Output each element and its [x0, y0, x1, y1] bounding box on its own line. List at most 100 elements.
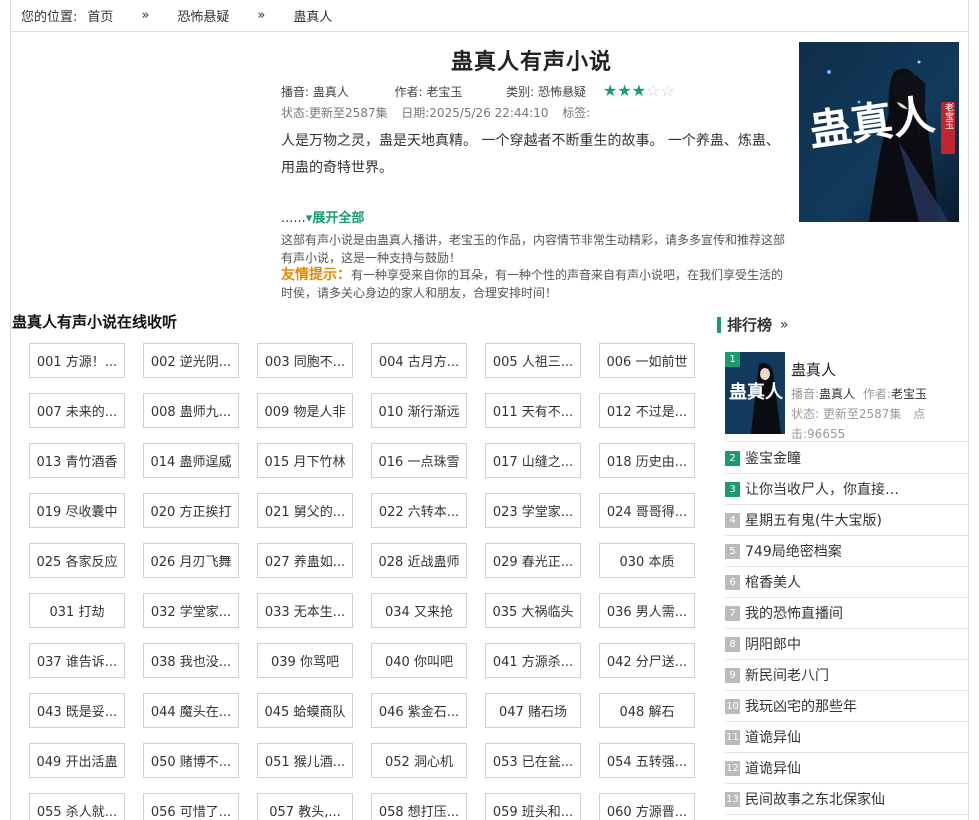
episode-link[interactable]: 026 月刃飞舞	[143, 543, 239, 578]
episode-link[interactable]: 029 春光正...	[485, 543, 581, 578]
episode-link[interactable]: 057 教头,...	[257, 793, 353, 820]
ranking-item-name[interactable]: 星期五有鬼(牛大宝版)	[745, 510, 882, 530]
episode-link[interactable]: 040 你叫吧	[371, 643, 467, 678]
episode-link[interactable]: 020 方正挨打	[143, 493, 239, 528]
episode-link[interactable]: 013 青竹酒香	[29, 443, 125, 478]
breadcrumb-separator: »	[257, 8, 266, 23]
episode-link[interactable]: 004 古月方...	[371, 343, 467, 378]
ranking-item[interactable]: 4 星期五有鬼(牛大宝版)	[725, 505, 969, 536]
episode-link[interactable]: 012 不过是...	[599, 393, 695, 428]
ranking-item-name[interactable]: 道诡异仙	[745, 758, 801, 778]
ranking-item-name[interactable]: 我玩凶宅的那些年	[745, 696, 857, 716]
episode-link[interactable]: 053 已在瓮...	[485, 743, 581, 778]
episode-link[interactable]: 023 学堂家...	[485, 493, 581, 528]
episode-link[interactable]: 018 历史由...	[599, 443, 695, 478]
narrator-link[interactable]: 蛊真人	[313, 85, 349, 99]
ranking-item[interactable]: 6 棺香美人	[725, 567, 969, 598]
ranking-item[interactable]: 9 新民间老八门	[725, 660, 969, 691]
episode-link[interactable]: 028 近战蛊师	[371, 543, 467, 578]
episode-link[interactable]: 047 赌石场	[485, 693, 581, 728]
episode-link[interactable]: 044 魔头在...	[143, 693, 239, 728]
breadcrumb-label: 您的位置:	[21, 10, 78, 25]
ranking-item-name[interactable]: 民间故事之东北保家仙	[745, 789, 885, 809]
ranking-item-name[interactable]: 我的恐怖直播间	[745, 603, 843, 623]
episode-link[interactable]: 017 山缝之...	[485, 443, 581, 478]
episode-link[interactable]: 008 蛊师九...	[143, 393, 239, 428]
ranking-item[interactable]: 5 749局绝密档案	[725, 536, 969, 567]
ranking-item-name[interactable]: 鉴宝金瞳	[745, 448, 801, 468]
ranking-more-link[interactable]: »	[780, 317, 789, 333]
episode-link[interactable]: 007 未来的...	[29, 393, 125, 428]
expand-all-button[interactable]: ▾展开全部	[306, 211, 365, 226]
episode-link[interactable]: 034 又来抢	[371, 593, 467, 628]
episode-link[interactable]: 058 想打压...	[371, 793, 467, 820]
episode-link[interactable]: 041 方源杀...	[485, 643, 581, 678]
episode-link[interactable]: 035 大祸临头	[485, 593, 581, 628]
ranking-item[interactable]: 2 鉴宝金瞳	[725, 443, 969, 474]
ranking-item-name[interactable]: 阴阳郎中	[745, 634, 801, 654]
episode-link[interactable]: 024 哥哥得...	[599, 493, 695, 528]
ranking-item-name[interactable]: 749局绝密档案	[745, 541, 842, 561]
episode-link[interactable]: 055 杀人就...	[29, 793, 125, 820]
narrator-label: 播音:	[281, 85, 310, 99]
episode-link[interactable]: 030 本质	[599, 543, 695, 578]
episode-link[interactable]: 001 方源！...	[29, 343, 125, 378]
ranking-item[interactable]: 12 道诡异仙	[725, 753, 969, 784]
episode-link[interactable]: 033 无本生...	[257, 593, 353, 628]
ranking-item[interactable]: 13 民间故事之东北保家仙	[725, 784, 969, 815]
episode-link[interactable]: 036 男人需...	[599, 593, 695, 628]
episode-link[interactable]: 059 班头和...	[485, 793, 581, 820]
episode-link[interactable]: 022 六转本...	[371, 493, 467, 528]
episode-link[interactable]: 038 我也没...	[143, 643, 239, 678]
ranking-item[interactable]: 10 我玩凶宅的那些年	[725, 691, 969, 722]
episode-link[interactable]: 010 渐行渐远	[371, 393, 467, 428]
episode-link[interactable]: 051 猴儿酒...	[257, 743, 353, 778]
episode-link[interactable]: 027 养蛊如...	[257, 543, 353, 578]
book-cover-image[interactable]: 蛊真人 老宝玉	[799, 42, 959, 222]
episodes-section-title: 蛊真人有声小说在线收听	[12, 313, 178, 331]
episode-link[interactable]: 060 方源晋...	[599, 793, 695, 820]
episode-link[interactable]: 049 开出活蛊	[29, 743, 125, 778]
episode-link[interactable]: 031 打劫	[29, 593, 125, 628]
episode-link[interactable]: 046 紫金石...	[371, 693, 467, 728]
episode-link[interactable]: 048 解石	[599, 693, 695, 728]
episode-link[interactable]: 050 赌博不...	[143, 743, 239, 778]
episode-link[interactable]: 037 谁告诉...	[29, 643, 125, 678]
ranking-item[interactable]: 11 道诡异仙	[725, 722, 969, 753]
ranking-top-cover[interactable]: 蛊真人 1	[725, 352, 785, 434]
breadcrumb-home-link[interactable]: 首页	[87, 6, 113, 25]
ranking-item-name[interactable]: 棺香美人	[745, 572, 801, 592]
episode-link[interactable]: 019 尽收囊中	[29, 493, 125, 528]
breadcrumb-category-link[interactable]: 恐怖悬疑	[177, 6, 229, 25]
ranking-top-name[interactable]: 蛊真人	[791, 359, 836, 380]
ranking-item[interactable]: 8 阴阳郎中	[725, 629, 969, 660]
ranking-item[interactable]: 3 让你当收尸人，你直接…	[725, 474, 969, 505]
ranking-item-name[interactable]: 新民间老八门	[745, 665, 829, 685]
episode-link[interactable]: 052 洞心机	[371, 743, 467, 778]
episode-link[interactable]: 016 一点珠雪	[371, 443, 467, 478]
category-link[interactable]: 恐怖悬疑	[538, 85, 586, 99]
episode-link[interactable]: 021 舅父的...	[257, 493, 353, 528]
episode-link[interactable]: 014 蛊师逞威	[143, 443, 239, 478]
episode-link[interactable]: 005 人祖三...	[485, 343, 581, 378]
ranking-item-name[interactable]: 道诡异仙	[745, 727, 801, 747]
episode-link[interactable]: 015 月下竹林	[257, 443, 353, 478]
episode-link[interactable]: 006 一如前世	[599, 343, 695, 378]
episode-link[interactable]: 056 可惜了...	[143, 793, 239, 820]
episode-link[interactable]: 011 天有不...	[485, 393, 581, 428]
episode-link[interactable]: 045 蛤蟆商队	[257, 693, 353, 728]
ranking-top-item[interactable]: 蛊真人 1 蛊真人 播音:蛊真人 作者:老宝玉 状态: 更新至2587集 点击:…	[725, 352, 969, 442]
episode-link[interactable]: 025 各家反应	[29, 543, 125, 578]
episode-link[interactable]: 003 同胞不...	[257, 343, 353, 378]
episode-link[interactable]: 009 物是人非	[257, 393, 353, 428]
ranking-item-name[interactable]: 让你当收尸人，你直接…	[745, 479, 899, 499]
ranking-item[interactable]: 7 我的恐怖直播间	[725, 598, 969, 629]
episode-link[interactable]: 043 既是妥...	[29, 693, 125, 728]
episode-link[interactable]: 032 学堂家...	[143, 593, 239, 628]
episode-link[interactable]: 054 五转强...	[599, 743, 695, 778]
episode-link[interactable]: 039 你骂吧	[257, 643, 353, 678]
episode-link[interactable]: 002 逆光阴...	[143, 343, 239, 378]
friendly-tip: 友情提示：有一种享受来自你的耳朵，有一种个性的声音来自有声小说吧，在我们享受生活…	[281, 266, 791, 302]
author-link[interactable]: 老宝玉	[426, 85, 462, 99]
episode-link[interactable]: 042 分尸送...	[599, 643, 695, 678]
